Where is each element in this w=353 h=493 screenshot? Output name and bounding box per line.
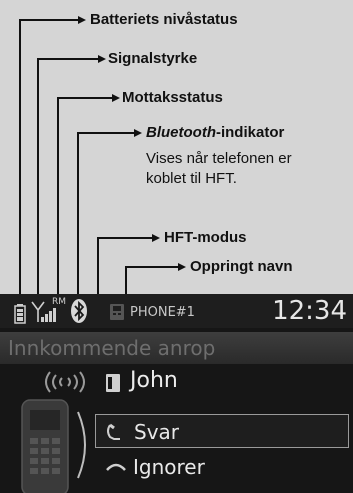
bluetooth-icon: [71, 299, 87, 323]
battery-level-callout: Batteriets nivåstatus: [90, 11, 238, 28]
caller-name-callout: Oppringt navn: [190, 258, 293, 275]
selection-bracket: [77, 411, 86, 479]
phone-display-screen: RM PHONE#1 12:34 Innkommende anrop John …: [0, 294, 353, 493]
mobile-phone-icon: [21, 399, 69, 493]
bluetooth-indicator-callout: Bluetooth-indikator: [146, 124, 284, 142]
ringing-waves-icon: [45, 371, 85, 393]
battery-icon: [14, 304, 26, 324]
caller-name: John: [130, 368, 178, 393]
contact-icon: [106, 374, 120, 392]
bluetooth-desc-line2: koblet til HFT.: [146, 170, 237, 187]
hang-up-handset-icon: [106, 463, 126, 471]
hft-mode-icon: [110, 304, 124, 320]
roam-indicator-label: RM: [52, 297, 67, 307]
phone-name: PHONE#1: [130, 305, 195, 320]
signal-leader: [37, 55, 106, 302]
hft-mode-callout: HFT-modus: [164, 229, 247, 246]
incoming-call-bar: Innkommende anrop: [0, 332, 353, 364]
bluetooth-suffix: -indikator: [215, 124, 285, 141]
bluetooth-desc-line1: Vises når telefonen er: [146, 150, 292, 167]
answer-button[interactable]: Svar: [95, 414, 349, 448]
roam-leader: [57, 94, 120, 298]
status-bar: RM PHONE#1 12:34: [0, 294, 353, 328]
bluetooth-word: Bluetooth: [146, 124, 216, 141]
signal-strength-callout: Signalstyrke: [108, 50, 198, 67]
incoming-call-label: Innkommende anrop: [8, 336, 216, 360]
ignore-label: Ignorer: [133, 455, 205, 479]
roam-status-callout: Mottaksstatus: [122, 89, 223, 106]
answer-handset-icon: [107, 423, 120, 440]
answer-label: Svar: [134, 420, 180, 444]
ignore-button[interactable]: Ignorer: [95, 450, 349, 484]
clock: 12:34: [272, 296, 347, 326]
bluetooth-leader: [77, 129, 142, 298]
